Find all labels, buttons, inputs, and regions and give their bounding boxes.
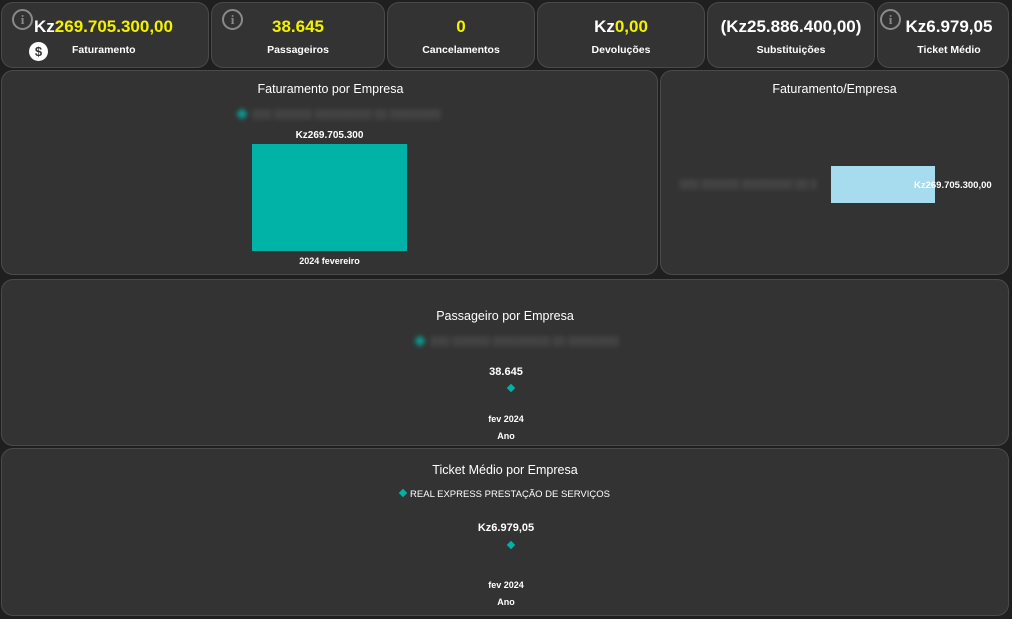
point-data-label: Kz6.979,05 (477, 522, 535, 534)
kpi-amount: 0,00 (614, 17, 648, 36)
kpi-value-devolucoes: Kz0,00 (538, 17, 704, 37)
kpi-amount: 269.705.300,00 (54, 17, 173, 36)
x-axis-tick-label: fev 2024 (488, 580, 524, 590)
info-icon[interactable]: i (12, 9, 33, 30)
panel-faturamento-empresa[interactable]: Faturamento/Empresa ░░░ ░░░░░░ ░░░░░░░░ … (660, 70, 1009, 275)
category-text: ░░░ ░░░░░░ ░░░░░░░░ ░░ ░ (679, 179, 817, 189)
legend-label: REAL EXPRESS PRESTAÇÃO DE SERVIÇOS (410, 489, 610, 500)
chart-legend[interactable]: REAL EXPRESS PRESTAÇÃO DE SERVIÇOS (2, 488, 1008, 500)
kpi-value-ticket-medio: Kz6.979,05 (905, 17, 993, 36)
legend-text: ░░░ ░░░░░░ ░░░░░░░░░ ░░ ░░░░░░░░ (252, 109, 441, 119)
data-point-marker[interactable] (506, 540, 516, 550)
kpi-value-passageiros: 38.645 (272, 17, 324, 36)
kpi-label-ticket-medio: Ticket Médio (917, 44, 981, 56)
panel-title: Faturamento por Empresa (257, 82, 404, 96)
panel-faturamento-por-empresa[interactable]: Faturamento por Empresa ░░░ ░░░░░░ ░░░░░… (1, 70, 658, 275)
kpi-value-substituicoes: (Kz25.886.400,00) (720, 17, 862, 36)
kpi-card-substituicoes: (Kz25.886.400,00) Substituições (707, 2, 875, 68)
dollar-icon: $ (29, 42, 48, 61)
kpi-card-faturamento: i Kz269.705.300,00 $ Faturamento (1, 2, 209, 68)
kpi-value-cancelamentos: 0 (456, 17, 466, 36)
bar-data-label: Kz269.705.300,00 (914, 180, 992, 191)
chart-legend-redacted: ░░░ ░░░░░░ ░░░░░░░░░ ░░ ░░░░░░░░ (236, 107, 441, 121)
panel-passageiro-por-empresa[interactable]: Passageiro por Empresa ░░░ ░░░░░░ ░░░░░░… (1, 279, 1009, 446)
kpi-label-cancelamentos: Cancelamentos (422, 44, 500, 56)
panel-title: Faturamento/Empresa (772, 82, 897, 96)
panel-title: Passageiro por Empresa (436, 309, 574, 323)
x-axis-title: Ano (497, 431, 515, 441)
legend-marker-icon (414, 335, 426, 347)
point-data-label: 38.645 (489, 366, 523, 378)
kpi-currency-prefix: Kz (594, 17, 615, 36)
kpi-label-substituicoes: Substituições (756, 44, 826, 56)
chart-legend-redacted: ░░░ ░░░░░░ ░░░░░░░░░ ░░ ░░░░░░░░ (414, 334, 619, 348)
bar-data-label: Kz269.705.300 (295, 130, 364, 141)
kpi-label-passageiros: Passageiros (267, 44, 329, 56)
y-axis-label-redacted: ░░░ ░░░░░░ ░░░░░░░░ ░░ ░ (679, 177, 817, 191)
kpi-card-passageiros: i 38.645 Passageiros (211, 2, 385, 68)
legend-marker-icon (398, 488, 408, 498)
kpi-card-cancelamentos: 0 Cancelamentos (387, 2, 535, 68)
kpi-value-faturamento: Kz269.705.300,00 (32, 17, 208, 37)
kpi-label-devolucoes: Devoluções (591, 44, 651, 56)
x-axis-title: Ano (497, 597, 515, 607)
legend-text: ░░░ ░░░░░░ ░░░░░░░░░ ░░ ░░░░░░░░ (430, 336, 619, 346)
x-axis-tick-label: 2024 fevereiro (299, 256, 360, 266)
legend-marker-icon (236, 108, 248, 120)
kpi-label-faturamento: Faturamento (72, 44, 136, 56)
data-point-marker[interactable] (506, 383, 516, 393)
bar[interactable] (252, 144, 407, 251)
x-axis-tick-label: fev 2024 (488, 414, 524, 424)
kpi-card-ticket-medio: i Kz6.979,05 Ticket Médio (877, 2, 1009, 68)
kpi-card-devolucoes: Kz0,00 Devoluções (537, 2, 705, 68)
panel-ticket-medio-por-empresa[interactable]: Ticket Médio por Empresa REAL EXPRESS PR… (1, 448, 1009, 616)
panel-title: Ticket Médio por Empresa (432, 463, 578, 477)
kpi-currency-prefix: Kz (34, 17, 55, 36)
